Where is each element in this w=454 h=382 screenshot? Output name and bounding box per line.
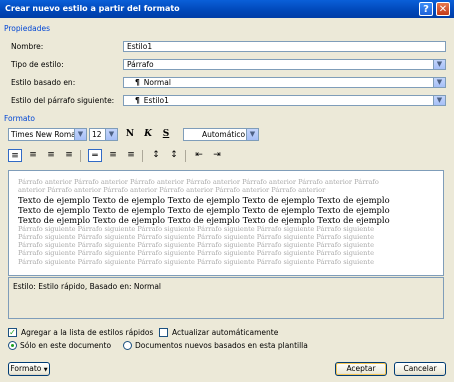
justify-icon[interactable]: ≡ (62, 149, 76, 162)
new-documents-label[interactable]: Documentos nuevos basados en esta planti… (135, 341, 308, 350)
preview-next-line: Párrafo siguiente Párrafo siguiente Párr… (18, 224, 374, 233)
preview-sample-line: Texto de ejemplo Texto de ejemplo Texto … (18, 214, 390, 225)
increase-indent-icon[interactable]: ⇥ (210, 149, 224, 162)
color-select[interactable]: Automático ▼ (183, 128, 259, 141)
format-heading: Formato (4, 114, 36, 123)
single-spacing-icon[interactable]: ═ (88, 149, 102, 162)
only-this-document-label[interactable]: Sólo en este documento (20, 341, 111, 350)
double-spacing-icon[interactable]: ≡ (124, 149, 138, 162)
color-value: Automático (202, 130, 246, 139)
preview-next-line: Párrafo siguiente Párrafo siguiente Párr… (18, 249, 374, 258)
next-style-select[interactable]: ¶ Estilo1 ▼ (123, 95, 446, 106)
align-right-icon[interactable]: ≡ (44, 149, 58, 162)
italic-button[interactable]: K (141, 128, 155, 141)
close-button[interactable]: ✕ (436, 2, 450, 16)
auto-update-label[interactable]: Actualizar automáticamente (172, 328, 278, 337)
preview-next-line: Párrafo siguiente Párrafo siguiente Párr… (18, 241, 374, 250)
pilcrow-icon: ¶ (135, 78, 140, 87)
preview-sample-line: Texto de ejemplo Texto de ejemplo Texto … (18, 204, 390, 215)
type-value: Párrafo (127, 60, 154, 69)
add-quick-styles-label[interactable]: Agregar a la lista de estilos rápidos (21, 328, 153, 337)
align-left-icon[interactable]: ≡ (8, 149, 22, 162)
size-value: 12 (92, 130, 102, 139)
based-value: Normal (143, 78, 171, 87)
style-description: Estilo: Estilo rápido, Basado en: Normal (8, 277, 444, 319)
preview-prev-line: Párrafo anterior Párrafo anterior Párraf… (18, 178, 379, 186)
type-select[interactable]: Párrafo ▼ (123, 59, 446, 70)
name-input[interactable]: Estilo1 (123, 41, 446, 52)
preview-next-line: Párrafo siguiente Párrafo siguiente Párr… (18, 257, 374, 266)
toolbar-divider (80, 150, 81, 162)
name-value: Estilo1 (127, 42, 153, 51)
chevron-down-icon[interactable]: ▼ (105, 129, 117, 140)
format-button-label: Formato (10, 364, 42, 373)
chevron-down-icon[interactable]: ▼ (433, 96, 445, 105)
decrease-indent-icon[interactable]: ⇤ (192, 149, 206, 162)
preview-prev-line: anterior Párrafo anterior Párrafo anteri… (18, 186, 326, 195)
chevron-down-icon[interactable]: ▼ (433, 60, 445, 69)
only-this-document-radio[interactable] (8, 341, 17, 350)
next-value: Estilo1 (143, 96, 169, 105)
font-select[interactable]: Times New Roman ▼ (8, 128, 87, 141)
dropdown-arrow-icon: ▼ (43, 367, 48, 373)
name-label: Nombre: (11, 42, 44, 51)
pilcrow-icon: ¶ (135, 96, 140, 105)
style-preview: Párrafo anterior Párrafo anterior Párraf… (8, 170, 444, 276)
auto-update-checkbox[interactable] (159, 328, 168, 337)
new-documents-radio[interactable] (123, 341, 132, 350)
align-center-icon[interactable]: ≡ (26, 149, 40, 162)
format-menu-button[interactable]: Formato ▼ (8, 362, 50, 376)
preview-sample-line: Texto de ejemplo Texto de ejemplo Texto … (18, 194, 390, 205)
properties-heading: Propiedades (4, 24, 50, 33)
based-label: Estilo basado en: (11, 78, 76, 87)
cancel-button[interactable]: Cancelar (394, 362, 446, 376)
toolbar-divider (142, 150, 143, 162)
add-quick-styles-checkbox[interactable]: ✓ (8, 328, 17, 337)
description-text: Estilo: Estilo rápido, Basado en: Normal (13, 282, 162, 291)
help-button[interactable]: ? (419, 2, 433, 16)
chevron-down-icon[interactable]: ▼ (74, 129, 86, 140)
font-value: Times New Roman (11, 130, 81, 139)
size-select[interactable]: 12 ▼ (89, 128, 118, 141)
chevron-down-icon[interactable]: ▼ (433, 78, 445, 87)
title-bar: Crear nuevo estilo a partir del formato … (0, 0, 454, 18)
bold-button[interactable]: N (123, 128, 137, 141)
space-after-icon[interactable]: ↕ (167, 149, 181, 162)
one-half-spacing-icon[interactable]: ≡ (106, 149, 120, 162)
window-title: Crear nuevo estilo a partir del formato (5, 4, 180, 13)
chevron-down-icon[interactable]: ▼ (246, 129, 258, 140)
ok-button[interactable]: Aceptar (335, 362, 387, 376)
space-before-icon[interactable]: ↕ (149, 149, 163, 162)
type-label: Tipo de estilo: (11, 60, 64, 69)
preview-next-line: Párrafo siguiente Párrafo siguiente Párr… (18, 232, 374, 241)
toolbar-divider (185, 150, 186, 162)
based-select[interactable]: ¶ Normal ▼ (123, 77, 446, 88)
next-label: Estilo del párrafo siguiente: (11, 96, 115, 105)
underline-button[interactable]: S (159, 128, 173, 141)
